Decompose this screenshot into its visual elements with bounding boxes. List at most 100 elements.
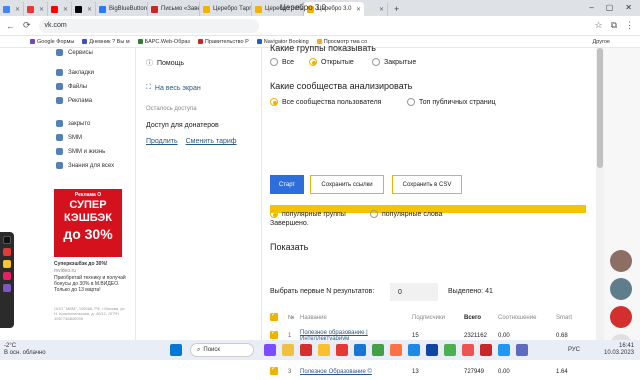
chat-avatar-2[interactable] bbox=[610, 278, 632, 300]
browser-tab[interactable]: Письмо «Завес✕ bbox=[148, 2, 200, 16]
help-link[interactable]: ⓘ Помощь bbox=[146, 58, 184, 68]
taskbar-app-12[interactable] bbox=[462, 344, 474, 356]
save-csv-button[interactable]: Сохранить в CSV bbox=[392, 175, 462, 194]
groups-option[interactable]: Все bbox=[270, 58, 294, 66]
radio-button[interactable] bbox=[407, 98, 415, 106]
col-smart[interactable]: Smart bbox=[556, 315, 586, 321]
radio-button[interactable] bbox=[270, 58, 278, 66]
bookmark-star-icon[interactable]: ☆ bbox=[594, 20, 602, 31]
start-button[interactable]: Старт bbox=[270, 175, 304, 194]
radio-button[interactable] bbox=[372, 58, 380, 66]
taskbar-app-15[interactable] bbox=[516, 344, 528, 356]
tab-close-icon[interactable]: ✕ bbox=[379, 6, 384, 13]
url-field[interactable]: vk.com bbox=[38, 18, 259, 33]
tiktok-icon[interactable] bbox=[3, 236, 11, 244]
col-subs[interactable]: Подписчики bbox=[412, 315, 464, 321]
taskbar-app-13[interactable] bbox=[480, 344, 492, 356]
vk-nav-item[interactable]: Знания для всех bbox=[56, 162, 114, 169]
chat-avatar-3[interactable] bbox=[610, 306, 632, 328]
vk-nav-item[interactable]: SMM bbox=[56, 134, 82, 141]
analyze-option[interactable]: Топ публичных страниц bbox=[407, 98, 496, 106]
taskbar-app-4[interactable] bbox=[318, 344, 330, 356]
app-icon-yellow[interactable] bbox=[3, 260, 11, 268]
col-name[interactable]: Название bbox=[300, 315, 412, 321]
taskbar-app-1[interactable] bbox=[264, 344, 276, 356]
file-explorer-icon[interactable] bbox=[282, 344, 294, 356]
scrollbar[interactable] bbox=[596, 48, 604, 340]
taskbar-app-14[interactable] bbox=[498, 344, 510, 356]
ad-title[interactable]: Суперкэшбэк до 30%! bbox=[54, 261, 126, 267]
first-n-input[interactable]: 0 bbox=[390, 283, 438, 301]
radio-button[interactable] bbox=[270, 98, 278, 106]
vk-nav-item[interactable]: Реклама bbox=[56, 97, 92, 104]
browser-tab[interactable]: BigBlueButton✕ bbox=[96, 2, 148, 16]
vk-nav-item[interactable]: Закладки bbox=[56, 69, 94, 76]
bookmark-item[interactable]: БАРС.Web-Образ bbox=[137, 39, 190, 45]
browser-tab[interactable]: ✕ bbox=[48, 2, 72, 16]
change-plan-link[interactable]: Сменить тариф bbox=[186, 138, 237, 145]
taskbar-app-5[interactable] bbox=[336, 344, 348, 356]
row-checkbox[interactable] bbox=[270, 329, 278, 339]
tab-close-icon[interactable]: ✕ bbox=[63, 6, 68, 13]
extend-link[interactable]: Продлить bbox=[146, 138, 178, 145]
maximize-icon[interactable]: ▢ bbox=[606, 3, 614, 12]
language-indicator[interactable]: РУС bbox=[568, 347, 580, 353]
save-links-button[interactable]: Сохранить ссылки bbox=[310, 175, 384, 194]
col-ratio[interactable]: Соотношение bbox=[498, 315, 556, 321]
reload-icon[interactable]: ⟳ bbox=[23, 20, 31, 31]
start-icon[interactable] bbox=[170, 344, 182, 356]
minimize-icon[interactable]: – bbox=[589, 3, 593, 12]
tab-close-icon[interactable]: ✕ bbox=[356, 6, 361, 13]
vk-nav-item[interactable]: Сервисы bbox=[56, 49, 93, 56]
bookmarks-other[interactable]: Другое bbox=[593, 39, 610, 45]
extensions-icon[interactable]: ⧉ bbox=[611, 20, 617, 31]
menu-icon[interactable]: ⋮ bbox=[625, 20, 634, 31]
show-option[interactable]: популярные слова bbox=[370, 210, 442, 218]
close-icon[interactable]: ✕ bbox=[625, 3, 632, 12]
tab-close-icon[interactable]: ✕ bbox=[87, 6, 92, 13]
tab-close-icon[interactable]: ✕ bbox=[39, 6, 44, 13]
browser-tab[interactable]: ✕ bbox=[0, 2, 24, 16]
radio-button[interactable] bbox=[309, 58, 317, 66]
vk-nav-item[interactable]: Файлы bbox=[56, 83, 87, 90]
analyze-option[interactable]: Все сообщества пользователя bbox=[270, 98, 381, 106]
taskbar-app-7[interactable] bbox=[372, 344, 384, 356]
scrollbar-thumb[interactable] bbox=[597, 48, 603, 168]
select-all-checkbox[interactable] bbox=[270, 311, 278, 321]
vk-nav-item[interactable]: закрыто bbox=[56, 120, 90, 127]
taskbar-app-9[interactable] bbox=[408, 344, 420, 356]
clock[interactable]: 16:41 10.03.2023 bbox=[604, 343, 634, 357]
weather-widget[interactable]: -2°C В осн. облачно bbox=[4, 343, 46, 357]
bookmark-item[interactable]: Правительство Р bbox=[197, 39, 249, 45]
browser-tab[interactable]: ✕ bbox=[364, 2, 388, 16]
col-num[interactable]: № bbox=[288, 315, 300, 321]
ad-banner[interactable]: Реклама О СУПЕР КЭШБЭК до 30% bbox=[54, 189, 122, 257]
new-tab-icon[interactable]: + bbox=[388, 4, 405, 16]
vk-nav-item[interactable]: SMM и жизнь bbox=[56, 148, 105, 155]
app-icon-purple[interactable] bbox=[3, 284, 11, 292]
app-icon-pink[interactable] bbox=[3, 272, 11, 280]
col-total[interactable]: Всего bbox=[464, 315, 498, 321]
row-name-link[interactable]: Полезное Образование © bbox=[300, 369, 372, 375]
taskbar-app-3[interactable] bbox=[300, 344, 312, 356]
browser-tab[interactable]: ✕ bbox=[72, 2, 96, 16]
show-option[interactable]: популярные группы bbox=[270, 210, 346, 218]
taskbar-search[interactable]: ⌕ Поиск bbox=[190, 343, 254, 357]
app-icon-red[interactable] bbox=[3, 248, 11, 256]
tab-close-icon[interactable]: ✕ bbox=[15, 6, 20, 13]
radio-button[interactable] bbox=[270, 210, 278, 218]
bookmark-item[interactable]: Google Формы bbox=[30, 39, 74, 45]
taskbar-app-10[interactable] bbox=[426, 344, 438, 356]
chrome-icon[interactable] bbox=[444, 344, 456, 356]
bookmark-item[interactable]: Дневник ? Вы м bbox=[82, 39, 130, 45]
browser-tab[interactable]: Церебро Таргет✕ bbox=[200, 2, 252, 16]
fullscreen-link[interactable]: ⛶ На весь экран bbox=[146, 84, 201, 92]
groups-option[interactable]: Закрытые bbox=[372, 58, 416, 66]
taskbar-app-8[interactable] bbox=[390, 344, 402, 356]
back-icon[interactable]: ← bbox=[6, 21, 15, 31]
taskbar-app-6[interactable] bbox=[354, 344, 366, 356]
groups-option[interactable]: Открытые bbox=[309, 58, 354, 66]
row-checkbox[interactable] bbox=[270, 365, 278, 375]
radio-button[interactable] bbox=[370, 210, 378, 218]
browser-tab[interactable]: ✕ bbox=[24, 2, 48, 16]
